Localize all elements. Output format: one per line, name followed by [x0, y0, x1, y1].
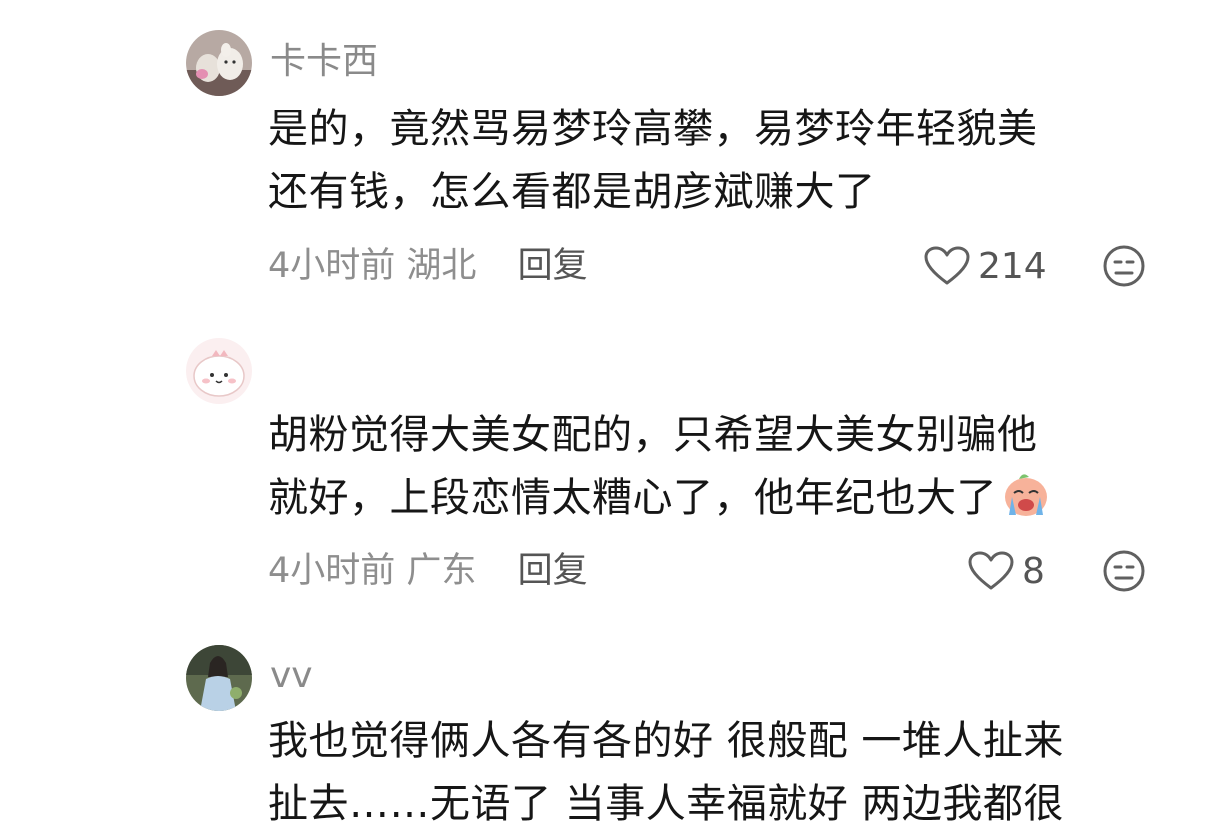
comment-text-line: 就好，上段恋情太糟心了，他年纪也大了: [268, 467, 1168, 530]
pink-dinosaur-avatar-icon: [186, 338, 252, 404]
reply-button[interactable]: 回复: [518, 246, 588, 286]
location: 广东: [406, 551, 477, 591]
girl-photo-avatar-icon: [186, 645, 252, 711]
like-count: 214: [978, 245, 1047, 287]
plush-toy-avatar-icon: [186, 30, 252, 96]
comment-text: 是的，竟然骂易梦玲高攀，易梦玲年轻貌美 还有钱，怎么看都是胡彦斌赚大了: [268, 98, 1168, 224]
comment-text-line: 扯去……无语了 当事人幸福就好 两边我都很: [268, 781, 1064, 827]
comment-text-line: 是的，竟然骂易梦玲高攀，易梦玲年轻貌美: [268, 106, 1038, 152]
comment-meta: 4小时前 广东 回复: [268, 549, 588, 593]
heart-icon: [924, 246, 970, 285]
username[interactable]: 卡卡西: [270, 40, 378, 84]
dislike-button[interactable]: [1102, 549, 1146, 593]
like-button[interactable]: 214: [924, 244, 1047, 288]
dislike-button[interactable]: [1102, 244, 1146, 288]
username[interactable]: vv: [270, 654, 313, 698]
timestamp: 4小时前: [268, 551, 396, 591]
like-button[interactable]: 8: [968, 549, 1045, 593]
comment-text-line: 胡粉觉得大美女配的，只希望大美女别骗他: [268, 412, 1038, 458]
comment-text: 胡粉觉得大美女配的，只希望大美女别骗他 就好，上段恋情太糟心了，他年纪也大了: [268, 404, 1168, 530]
meh-face-icon: [1103, 550, 1145, 592]
avatar[interactable]: [186, 338, 252, 404]
comment-text-line: 我也觉得俩人各有各的好 很般配 一堆人扯来: [268, 718, 1064, 764]
comment-text-line: 还有钱，怎么看都是胡彦斌赚大了: [268, 169, 876, 215]
like-count: 8: [1022, 550, 1045, 592]
meh-face-icon: [1103, 245, 1145, 287]
heart-icon: [968, 551, 1014, 590]
crying-face-emoji-icon: [1005, 474, 1047, 516]
comment-text-line-content: 就好，上段恋情太糟心了，他年纪也大了: [268, 475, 997, 521]
timestamp: 4小时前: [268, 246, 396, 286]
avatar[interactable]: [186, 30, 252, 96]
avatar[interactable]: [186, 645, 252, 711]
comment-text: 我也觉得俩人各有各的好 很般配 一堆人扯来 扯去……无语了 当事人幸福就好 两边…: [268, 710, 1168, 836]
comment-meta: 4小时前 湖北 回复: [268, 244, 588, 288]
location: 湖北: [406, 246, 477, 286]
reply-button[interactable]: 回复: [518, 551, 588, 591]
